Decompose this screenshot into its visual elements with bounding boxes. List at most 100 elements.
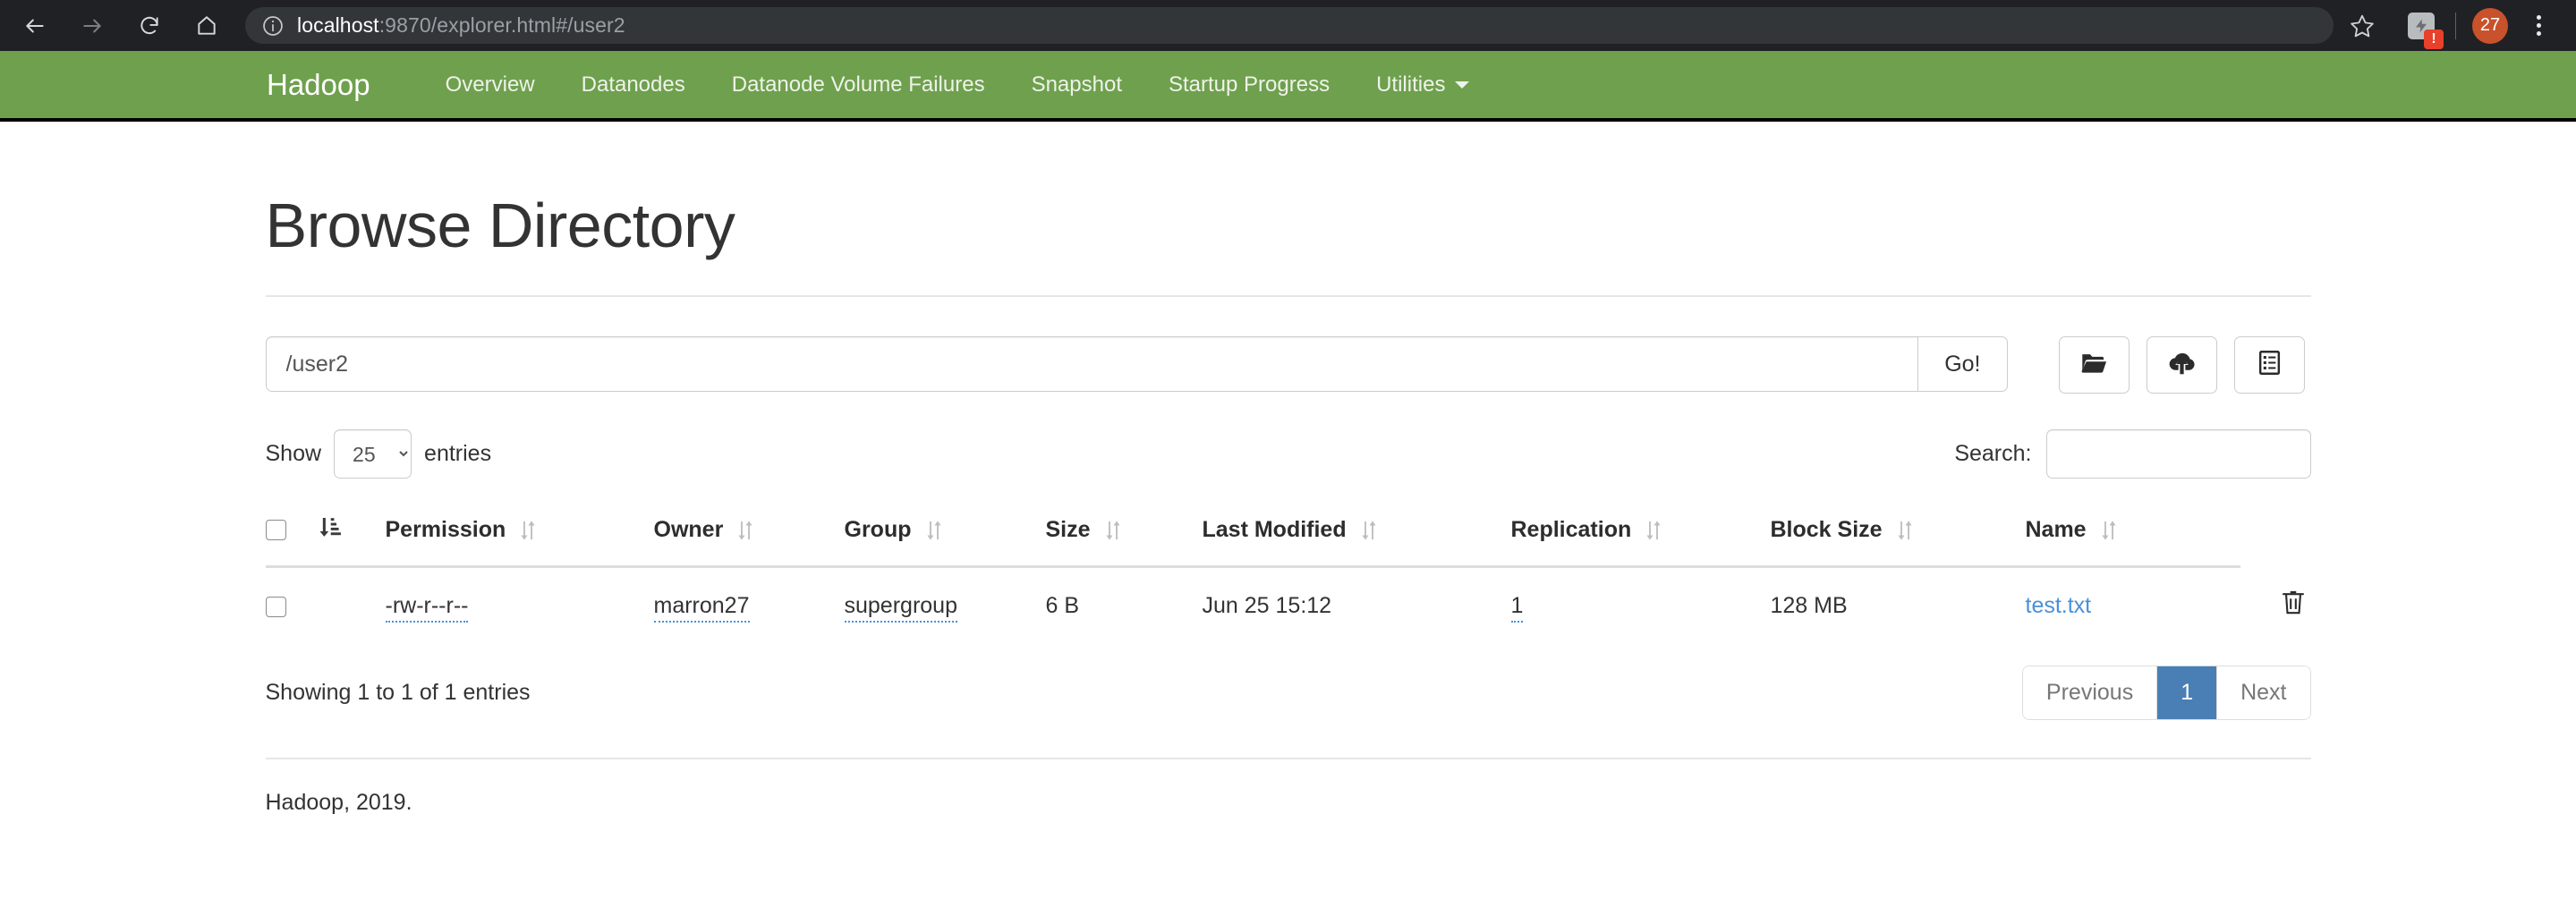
nav-item-utilities[interactable]: Utilities	[1353, 72, 1492, 97]
upload-files-button[interactable]	[2146, 336, 2217, 394]
pagination-page-1[interactable]: 1	[2157, 665, 2218, 719]
column-label-name: Name	[2025, 517, 2087, 542]
url-text: localhost:9870/explorer.html#/user2	[297, 13, 625, 38]
forward-icon[interactable]	[77, 11, 107, 41]
group-value[interactable]: supergroup	[844, 592, 957, 623]
column-select-all[interactable]	[265, 502, 318, 568]
permission-value[interactable]: -rw-r--r--	[385, 592, 469, 623]
pagination-previous[interactable]: Previous	[2022, 665, 2158, 719]
sort-icon-last-modified	[1359, 519, 1379, 542]
sort-icon-owner	[735, 519, 755, 542]
table-footer: Showing 1 to 1 of 1 entries Previous 1 N…	[266, 665, 2311, 720]
column-label-block-size: Block Size	[1770, 517, 1883, 542]
cell-last-modified: Jun 25 15:12	[1202, 592, 1332, 618]
nav-item-datanodes[interactable]: Datanodes	[558, 72, 709, 97]
replication-value[interactable]: 1	[1510, 592, 1524, 623]
column-header-owner[interactable]: Owner	[653, 502, 845, 568]
footer-divider	[265, 757, 2311, 759]
path-bar-row: Go!	[265, 336, 2311, 394]
home-icon[interactable]	[191, 11, 222, 41]
column-header-size[interactable]: Size	[1045, 502, 1203, 568]
kebab-dot	[2536, 15, 2541, 20]
column-header-block-size[interactable]: Block Size	[1770, 502, 2026, 568]
column-label-last-modified: Last Modified	[1202, 517, 1347, 542]
profile-badge[interactable]: 27	[2472, 7, 2508, 44]
column-sort-amount[interactable]	[317, 502, 386, 568]
browser-toolbar-right: ! 27	[2342, 6, 2556, 49]
sort-icon-size	[1103, 519, 1123, 542]
navbar-links: Overview Datanodes Datanode Volume Failu…	[422, 72, 1493, 97]
column-header-permission[interactable]: Permission	[385, 502, 654, 568]
entries-per-page-select[interactable]: 102550100	[334, 429, 412, 479]
column-header-last-modified[interactable]: Last Modified	[1202, 502, 1511, 568]
page-footer: Hadoop, 2019.	[265, 789, 412, 815]
extension-badge: !	[2424, 29, 2444, 49]
pagination: Previous 1 Next	[2021, 665, 2311, 720]
browser-chrome: localhost:9870/explorer.html#/user2 ! 27	[0, 0, 2576, 51]
go-button[interactable]: Go!	[1917, 336, 2008, 392]
column-label-permission: Permission	[385, 517, 506, 542]
table-head: Permission Owner Group Size Last Modifie…	[265, 502, 2311, 568]
column-label-group: Group	[844, 517, 912, 542]
select-all-checkbox[interactable]	[265, 520, 286, 540]
sort-icon-name	[2099, 519, 2119, 542]
page-title: Browse Directory	[265, 190, 2311, 297]
nav-item-overview[interactable]: Overview	[422, 72, 558, 97]
pagination-next[interactable]: Next	[2217, 665, 2310, 719]
directory-path-input[interactable]	[265, 336, 1918, 392]
cut-paste-button[interactable]	[2233, 336, 2305, 394]
nav-item-datanode-volume-failures[interactable]: Datanode Volume Failures	[709, 72, 1008, 97]
nav-item-snapshot[interactable]: Snapshot	[1008, 72, 1145, 97]
table-body: -rw-r--r-- marron27 supergroup 6 B Jun 2…	[265, 567, 2311, 646]
path-input-group: Go!	[265, 336, 2008, 392]
create-directory-button[interactable]	[2058, 336, 2130, 394]
cell-group: supergroup	[844, 567, 1046, 646]
bookmark-star-icon[interactable]	[2342, 6, 2382, 46]
sort-amount-down-icon	[318, 514, 343, 546]
site-info-icon[interactable]	[261, 14, 285, 38]
row-checkbox[interactable]	[265, 596, 286, 617]
clipboard-list-icon	[2256, 349, 2283, 381]
extension-icon[interactable]: !	[2403, 8, 2444, 49]
table-controls: Show 102550100 entries Search:	[266, 429, 2311, 479]
navbar-brand[interactable]: Hadoop	[267, 68, 370, 102]
show-label: Show	[265, 441, 322, 466]
url-path: :9870/explorer.html#/user2	[378, 13, 625, 37]
entries-label: entries	[424, 441, 492, 466]
file-name-link[interactable]: test.txt	[2026, 593, 2092, 618]
url-host: localhost	[297, 13, 379, 37]
search-label: Search:	[1954, 441, 2032, 466]
trash-icon[interactable]	[2281, 589, 2306, 616]
folder-open-icon	[2079, 348, 2109, 382]
browser-menu-icon[interactable]	[2521, 8, 2556, 44]
chevron-down-icon	[1455, 81, 1470, 89]
search-input[interactable]	[2045, 429, 2311, 479]
kebab-dot	[2536, 31, 2541, 36]
row-select-cell	[265, 567, 318, 646]
cell-block-size: 128 MB	[1770, 592, 1848, 618]
sort-icon-block-size	[1895, 519, 1915, 542]
owner-value[interactable]: marron27	[653, 592, 750, 623]
cell-replication: 1	[1510, 567, 1771, 646]
url-bar[interactable]: localhost:9870/explorer.html#/user2	[245, 7, 2334, 44]
sort-icon-permission	[518, 519, 538, 542]
reload-icon[interactable]	[134, 11, 165, 41]
nav-item-utilities-label: Utilities	[1376, 72, 1446, 97]
column-header-group[interactable]: Group	[844, 502, 1046, 568]
toolbar-divider	[2455, 12, 2456, 39]
entries-length-control: Show 102550100 entries	[265, 429, 492, 479]
column-header-name[interactable]: Name	[2025, 502, 2240, 568]
nav-item-startup-progress[interactable]: Startup Progress	[1145, 72, 1353, 97]
path-action-buttons	[2058, 336, 2305, 394]
cell-owner: marron27	[653, 567, 845, 646]
cell-permission: -rw-r--r--	[385, 567, 654, 646]
cell-name: test.txt	[2026, 567, 2240, 646]
back-icon[interactable]	[20, 11, 50, 41]
cell-size: 6 B	[1045, 592, 1080, 618]
sort-icon-replication	[1644, 519, 1663, 542]
kebab-dot	[2536, 23, 2541, 28]
column-header-replication[interactable]: Replication	[1510, 502, 1771, 568]
column-label-replication: Replication	[1510, 517, 1632, 542]
column-label-owner: Owner	[653, 517, 724, 542]
page-container: Browse Directory Go!	[265, 190, 2311, 816]
